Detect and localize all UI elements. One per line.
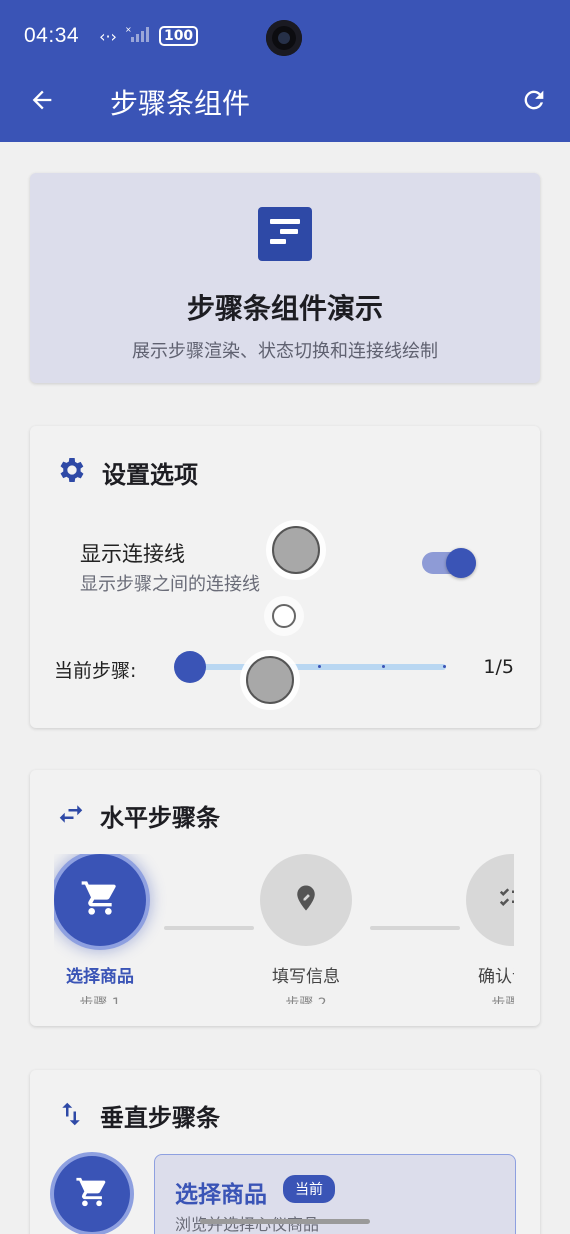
hero-card: 步骤条组件演示 展示步骤渲染、状态切换和连接线绘制 (30, 173, 540, 383)
settings-card: 设置选项 显示连接线 显示步骤之间的连接线 当前步骤: 1/5 (30, 426, 540, 728)
vertical-header: 垂直步骤条 (56, 1098, 220, 1133)
step-circle-idle[interactable] (466, 854, 514, 946)
touch-indicator (246, 656, 294, 704)
front-camera (266, 20, 302, 56)
status-time: 04:34 (24, 24, 80, 47)
cart-icon (75, 1175, 109, 1213)
toolbar: 步骤条组件 (0, 70, 570, 130)
hero-title: 步骤条组件演示 (186, 292, 383, 325)
step-circle-active[interactable] (54, 854, 146, 946)
slider-tick (382, 665, 385, 668)
step-name: 确认订单 (478, 967, 514, 987)
hero-subtitle: 展示步骤渲染、状态切换和连接线绘制 (132, 341, 438, 362)
h-step-1[interactable]: 选择商品 步骤 1 (54, 854, 146, 1004)
refresh-icon[interactable] (520, 86, 548, 114)
touch-indicator (272, 526, 320, 574)
step-slider-thumb[interactable] (174, 651, 206, 683)
step-number: 步骤 2 (285, 996, 327, 1004)
horizontal-stepper: 选择商品 步骤 1 填写信息 步骤 2 确认订单 步骤 3 (54, 854, 514, 1004)
gear-icon (56, 454, 88, 490)
v-step-circle-active[interactable] (54, 1156, 130, 1232)
step-name: 填写信息 (272, 967, 340, 987)
horizontal-stepper-card: 水平步骤条 选择商品 步骤 1 填写信息 步骤 2 确认 步骤 (30, 770, 540, 1026)
current-step-label: 当前步骤: (54, 660, 137, 682)
step-number: 步骤 1 (79, 996, 121, 1004)
step-connector (164, 926, 254, 930)
data-transfer-icon: ‹·› (99, 26, 117, 46)
signal-icon: × (125, 25, 151, 47)
h-step-2[interactable]: 填写信息 步骤 2 (260, 854, 352, 1004)
switch-knob[interactable] (446, 548, 476, 578)
touch-indicator (272, 604, 296, 628)
h-step-3[interactable]: 确认订单 步骤 3 (466, 854, 514, 1004)
arrow-back-icon[interactable] (28, 86, 56, 114)
show-connector-desc: 显示步骤之间的连接线 (80, 574, 260, 595)
show-connector-label: 显示连接线 (80, 542, 185, 566)
edit-location-icon (291, 883, 321, 917)
horizontal-header: 水平步骤条 (56, 798, 220, 833)
v-step-title: 选择商品 (175, 1182, 267, 1208)
status-icons: ‹·› × 100 (99, 25, 199, 47)
slider-tick (318, 665, 321, 668)
home-indicator[interactable] (200, 1219, 370, 1224)
swap-vert-icon (56, 1099, 86, 1133)
current-badge: 当前 (283, 1175, 335, 1203)
stepper-logo-icon (258, 207, 312, 261)
step-number: 步骤 3 (491, 996, 514, 1004)
step-slider-track[interactable] (190, 664, 446, 670)
settings-title: 设置选项 (102, 460, 198, 489)
step-circle-idle[interactable] (260, 854, 352, 946)
show-connector-switch[interactable] (422, 548, 476, 578)
vertical-title: 垂直步骤条 (100, 1104, 220, 1132)
svg-text:×: × (125, 25, 132, 34)
current-step-value: 1/5 (483, 656, 514, 678)
step-connector (370, 926, 460, 930)
checklist-icon (497, 883, 514, 917)
step-name: 选择商品 (66, 967, 134, 987)
app-bar: 04:34 ‹·› × 100 步骤条组件 (0, 0, 570, 142)
battery-icon: 100 (158, 26, 199, 46)
cart-icon (80, 878, 120, 922)
page-title: 步骤条组件 (110, 87, 251, 120)
swap-horiz-icon (56, 799, 86, 833)
settings-header: 设置选项 (56, 454, 198, 490)
vertical-stepper-card: 垂直步骤条 选择商品 当前 浏览并选择心仪商品 (30, 1070, 540, 1234)
slider-tick (443, 665, 446, 668)
horizontal-title: 水平步骤条 (100, 804, 220, 832)
